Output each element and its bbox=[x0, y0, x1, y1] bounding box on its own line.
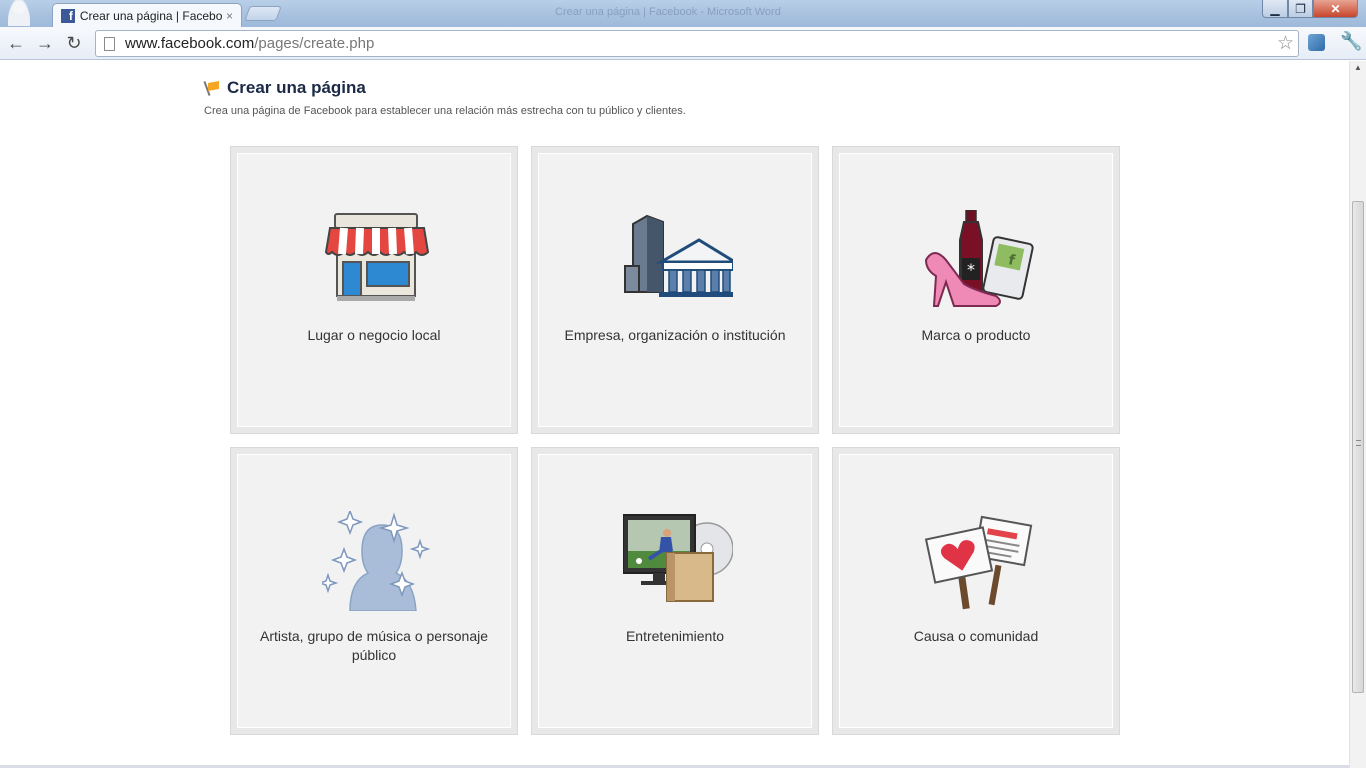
scroll-thumb[interactable] bbox=[1352, 201, 1364, 693]
category-label: Causa o comunidad bbox=[913, 628, 1039, 644]
products-icon: * f bbox=[924, 210, 1034, 307]
person-silhouette-icon bbox=[322, 511, 431, 611]
protest-signs-icon bbox=[924, 515, 1033, 610]
tab-close-icon[interactable]: × bbox=[226, 9, 233, 23]
window-titlebar: f Crear una página | Facebook × Crear un… bbox=[0, 0, 1366, 27]
page-title: Crear una página bbox=[227, 78, 366, 97]
flag-icon bbox=[203, 80, 220, 96]
category-card-cause[interactable]: Causa o comunidad bbox=[832, 447, 1120, 735]
page-icon bbox=[104, 36, 115, 51]
url-text[interactable]: www.facebook.com/pages/create.php bbox=[125, 35, 374, 52]
category-label: Marca o producto bbox=[921, 327, 1031, 343]
category-label: Lugar o negocio local bbox=[307, 327, 441, 343]
star-icon[interactable]: ☆ bbox=[1277, 32, 1294, 55]
minimize-button[interactable]: ▁ bbox=[1262, 0, 1288, 18]
page-subtitle: Crea una página de Facebook para estable… bbox=[204, 105, 686, 117]
category-label: Artista, grupo de música o personaje púb… bbox=[259, 628, 488, 663]
category-card-entertainment[interactable]: Entretenimiento bbox=[531, 447, 819, 735]
close-window-button[interactable]: ✕ bbox=[1313, 0, 1358, 18]
arrow-right-icon[interactable]: → bbox=[34, 32, 56, 54]
reload-icon[interactable]: ↻ bbox=[63, 32, 85, 54]
tv-media-icon bbox=[623, 514, 733, 602]
browser-tab[interactable]: f Crear una página | Facebook × bbox=[52, 3, 242, 27]
category-card-artist[interactable]: Artista, grupo de música o personaje púb… bbox=[230, 447, 518, 735]
new-tab-button[interactable] bbox=[244, 6, 282, 21]
scroll-up-icon[interactable]: ▲ bbox=[1354, 63, 1362, 72]
category-label: Empresa, organización o institución bbox=[564, 327, 786, 343]
buildings-icon bbox=[624, 214, 733, 297]
tab-title: Crear una página | Facebook bbox=[79, 8, 222, 23]
category-card-brand[interactable]: * f Marca o producto bbox=[832, 146, 1120, 434]
window-title: Crear una página | Facebook - Microsoft … bbox=[555, 6, 781, 18]
maximize-button[interactable]: ❐ bbox=[1288, 0, 1313, 18]
vertical-scrollbar[interactable]: ▲ bbox=[1349, 61, 1366, 768]
url-path: /pages/create.php bbox=[254, 35, 375, 52]
category-card-company[interactable]: Empresa, organización o institución bbox=[531, 146, 819, 434]
arrow-left-icon[interactable]: ← bbox=[5, 32, 27, 54]
extension-icon[interactable] bbox=[1308, 34, 1325, 51]
facebook-favicon-icon: f bbox=[61, 8, 75, 23]
address-bar[interactable]: www.facebook.com/pages/create.php ☆ bbox=[95, 30, 1299, 57]
url-host: www.facebook.com bbox=[125, 35, 255, 52]
page-header: Crear una página Crea una página de Face… bbox=[203, 78, 686, 117]
browser-toolbar: ← → ↻ www.facebook.com/pages/create.php … bbox=[0, 27, 1366, 60]
svg-text:*: * bbox=[967, 260, 975, 279]
profile-avatar-icon[interactable] bbox=[8, 0, 30, 26]
category-card-local-business[interactable]: Lugar o negocio local bbox=[230, 146, 518, 434]
wrench-icon[interactable]: 🔧 bbox=[1340, 31, 1362, 52]
category-label: Entretenimiento bbox=[625, 628, 725, 644]
storefront-icon bbox=[324, 213, 430, 301]
